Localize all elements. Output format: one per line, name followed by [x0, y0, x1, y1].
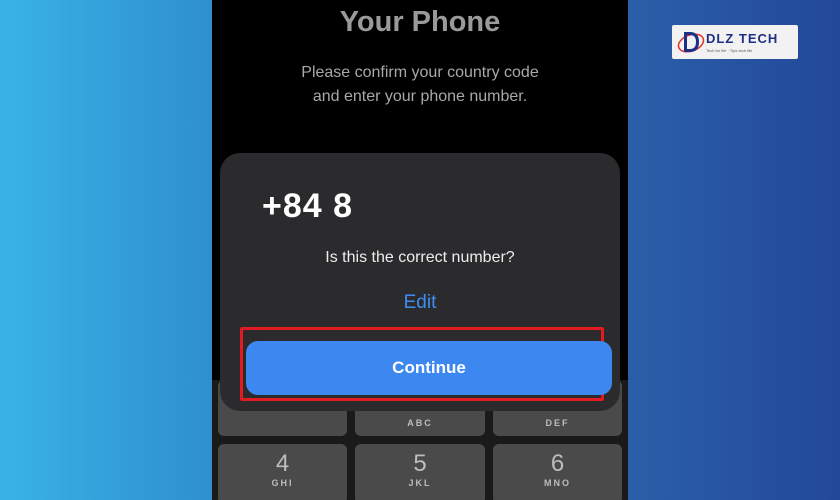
subtitle-line-1: Please confirm your country code: [301, 64, 539, 81]
subtitle-line-2: and enter your phone number.: [312, 88, 528, 105]
keypad-key-number: 4: [275, 450, 290, 477]
page-title: Your Phone: [339, 6, 501, 38]
phone-number-display: +84 8: [262, 187, 354, 225]
page-subtitle: Please confirm your country code and ent…: [252, 61, 588, 109]
continue-button[interactable]: Continue: [246, 341, 612, 395]
confirm-question: Is this the correct number?: [325, 249, 515, 266]
keypad-key-4[interactable]: 4 GHI: [218, 444, 347, 500]
keypad-key-letters: ABC: [407, 418, 433, 428]
keypad-key-letters: MNO: [544, 478, 571, 488]
confirm-number-dialog: +84 8 Is this the correct number? Edit C…: [220, 153, 620, 411]
keypad-key-letters: JKL: [408, 478, 432, 488]
logo-mark-icon: [677, 32, 705, 53]
keypad-key-5[interactable]: 5 JKL: [355, 444, 485, 500]
keypad-key-letters: DEF: [545, 418, 570, 428]
keypad-key-number: 5: [413, 450, 427, 477]
logo-brand-text: DLZ TECH: [706, 31, 779, 46]
edit-button[interactable]: Edit: [220, 292, 620, 314]
logo-tagline: Tech for life · Tips tech life: [706, 48, 753, 53]
keypad-key-6[interactable]: 6 MNO: [493, 444, 622, 500]
phone-screen: Your Phone Please confirm your country c…: [212, 0, 628, 500]
keypad-key-letters: GHI: [271, 478, 294, 488]
keypad-key-number: 6: [550, 450, 565, 477]
dlz-tech-logo: DLZ TECH Tech for life · Tips tech life: [672, 25, 798, 59]
